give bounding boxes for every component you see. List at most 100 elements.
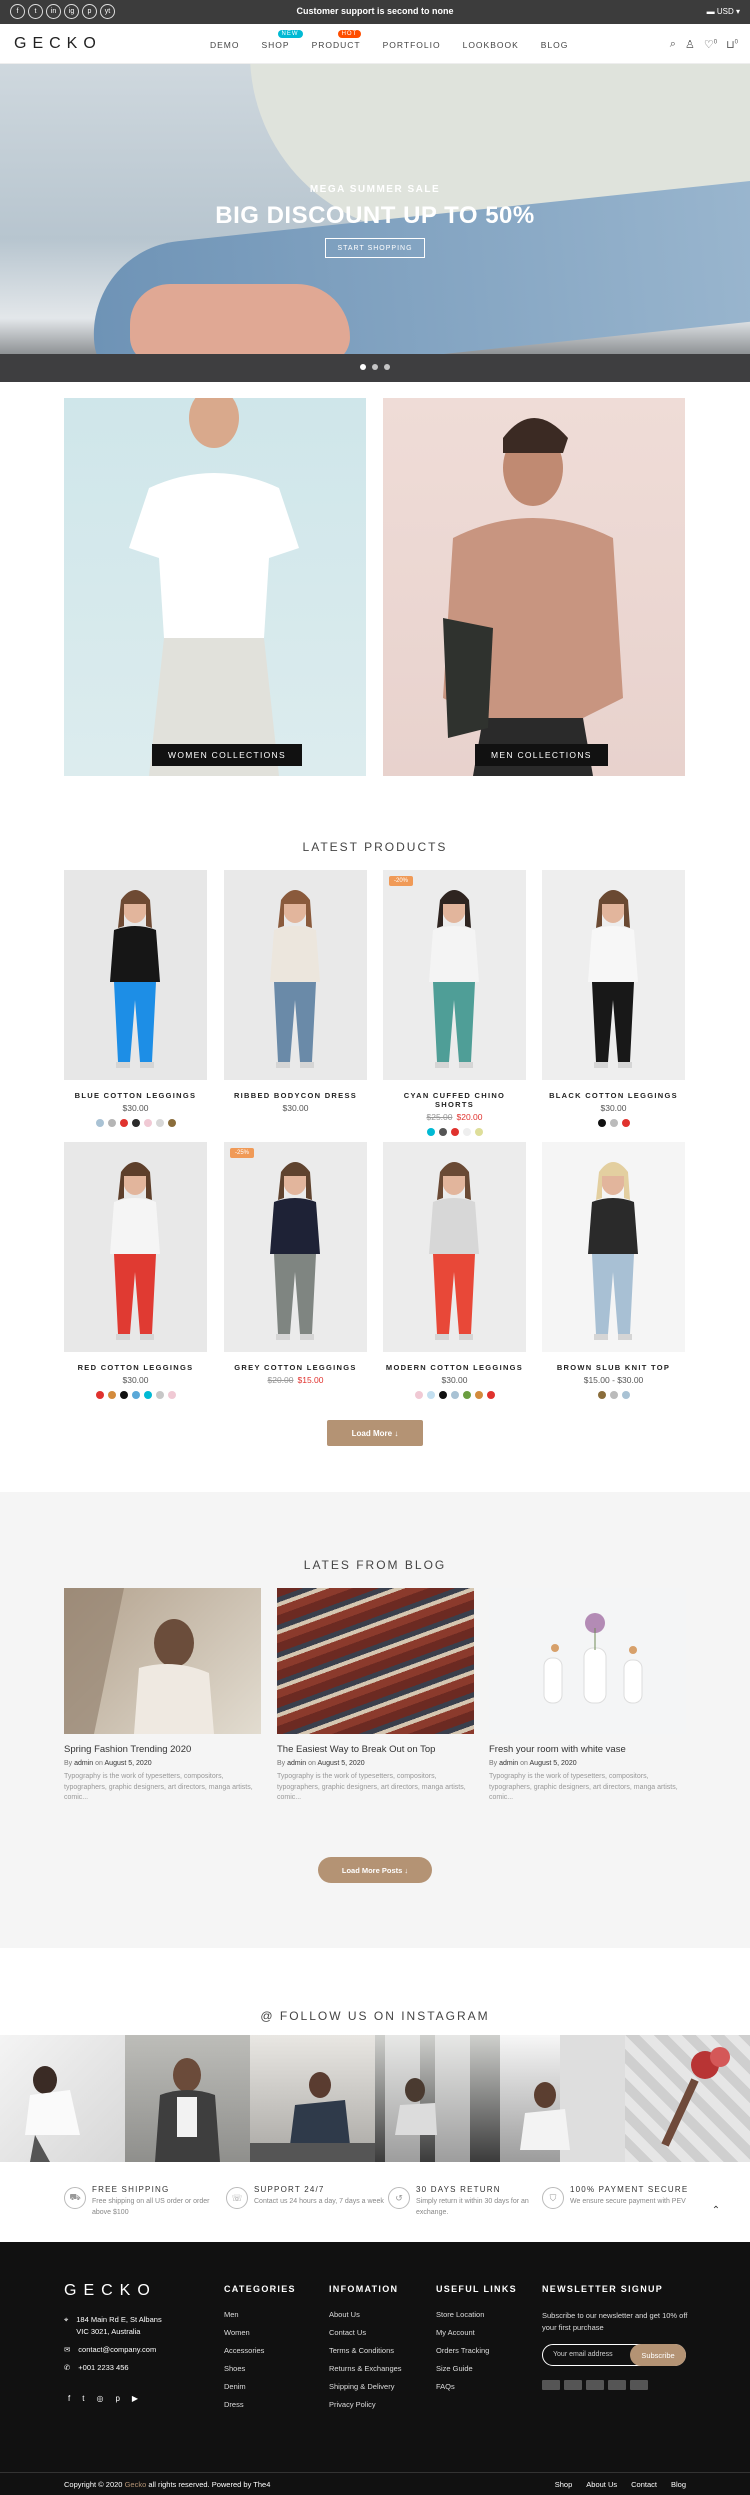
- color-swatch[interactable]: [167, 1391, 176, 1399]
- start-shopping-button[interactable]: START SHOPPING: [325, 238, 425, 258]
- color-swatch[interactable]: [95, 1119, 104, 1127]
- color-swatch[interactable]: [95, 1391, 104, 1399]
- footer-link[interactable]: Privacy Policy: [329, 2400, 402, 2409]
- slider-dot[interactable]: [384, 364, 390, 370]
- load-more-posts-button[interactable]: Load More Posts ↓: [318, 1857, 432, 1883]
- footer-link[interactable]: My Account: [436, 2328, 517, 2337]
- men-collections-button[interactable]: MEN COLLECTIONS: [475, 744, 608, 766]
- product-name[interactable]: GREY COTTON LEGGINGS: [224, 1363, 367, 1372]
- bottom-link[interactable]: Shop: [555, 2480, 573, 2489]
- footer-link[interactable]: FAQs: [436, 2382, 517, 2391]
- youtube-icon[interactable]: ▶: [132, 2394, 138, 2403]
- product-name[interactable]: BLUE COTTON LEGGINGS: [64, 1091, 207, 1100]
- instagram-photo[interactable]: [500, 2035, 625, 2162]
- color-swatch[interactable]: [486, 1391, 495, 1399]
- color-swatch[interactable]: [426, 1128, 435, 1136]
- color-swatch[interactable]: [621, 1119, 630, 1127]
- product-card[interactable]: RIBBED BODYCON DRESS $30.00: [224, 870, 367, 1113]
- logo[interactable]: GECKO: [14, 35, 102, 53]
- bottom-link[interactable]: About Us: [586, 2480, 617, 2489]
- product-name[interactable]: BLACK COTTON LEGGINGS: [542, 1091, 685, 1100]
- footer-link[interactable]: Store Location: [436, 2310, 517, 2319]
- color-swatch[interactable]: [119, 1391, 128, 1399]
- search-icon[interactable]: ⌕: [670, 38, 676, 51]
- product-card[interactable]: -20% CYAN CUFFED CHINO SHORTS $25.00 $20.00: [383, 870, 526, 1136]
- bottom-link[interactable]: Blog: [671, 2480, 686, 2489]
- footer-email[interactable]: contact@company.com: [78, 2344, 156, 2356]
- instagram-photo[interactable]: [125, 2035, 250, 2162]
- product-card[interactable]: BLACK COTTON LEGGINGS $30.00: [542, 870, 685, 1127]
- product-name[interactable]: CYAN CUFFED CHINO SHORTS: [383, 1091, 526, 1109]
- nav-demo[interactable]: DEMO: [210, 40, 240, 50]
- product-name[interactable]: RED COTTON LEGGINGS: [64, 1363, 207, 1372]
- facebook-icon[interactable]: f: [68, 2394, 70, 2403]
- product-card[interactable]: RED COTTON LEGGINGS $30.00: [64, 1142, 207, 1399]
- color-swatch[interactable]: [119, 1119, 128, 1127]
- footer-link[interactable]: Terms & Conditions: [329, 2346, 402, 2355]
- color-swatch[interactable]: [107, 1391, 116, 1399]
- blog-post-title[interactable]: The Easiest Way to Break Out on Top: [277, 1744, 474, 1755]
- color-swatch[interactable]: [107, 1119, 116, 1127]
- nav-lookbook[interactable]: LOOKBOOK: [463, 40, 519, 50]
- color-swatch[interactable]: [131, 1119, 140, 1127]
- women-collections-button[interactable]: WOMEN COLLECTIONS: [152, 744, 302, 766]
- color-swatch[interactable]: [438, 1128, 447, 1136]
- twitter-icon[interactable]: t: [82, 2394, 84, 2403]
- product-image[interactable]: -20%: [383, 870, 526, 1080]
- color-swatch[interactable]: [143, 1119, 152, 1127]
- blog-image[interactable]: [64, 1588, 261, 1734]
- account-icon[interactable]: ♙: [685, 38, 695, 51]
- men-collection-banner[interactable]: MEN COLLECTIONS: [383, 398, 685, 776]
- color-swatch[interactable]: [609, 1391, 618, 1399]
- women-collection-banner[interactable]: WOMEN COLLECTIONS: [64, 398, 366, 776]
- footer-link[interactable]: Shipping & Delivery: [329, 2382, 402, 2391]
- color-swatch[interactable]: [450, 1391, 459, 1399]
- footer-link[interactable]: About Us: [329, 2310, 402, 2319]
- subscribe-button[interactable]: Subscribe: [630, 2344, 686, 2366]
- blog-post-title[interactable]: Fresh your room with white vase: [489, 1744, 686, 1755]
- blog-post[interactable]: The Easiest Way to Break Out on Top By a…: [277, 1588, 474, 1804]
- footer-link[interactable]: Contact Us: [329, 2328, 402, 2337]
- footer-link[interactable]: Women: [224, 2328, 296, 2337]
- color-swatch[interactable]: [450, 1128, 459, 1136]
- blog-image[interactable]: [489, 1588, 686, 1734]
- product-image[interactable]: [542, 1142, 685, 1352]
- product-card[interactable]: BLUE COTTON LEGGINGS $30.00: [64, 870, 207, 1127]
- instagram-photo[interactable]: [375, 2035, 500, 2162]
- product-image[interactable]: -25%: [224, 1142, 367, 1352]
- bottom-link[interactable]: Contact: [631, 2480, 657, 2489]
- footer-link[interactable]: Dress: [224, 2400, 296, 2409]
- brand-link[interactable]: Gecko: [125, 2480, 147, 2489]
- color-swatch[interactable]: [426, 1391, 435, 1399]
- product-name[interactable]: BROWN SLUB KNIT TOP: [542, 1363, 685, 1372]
- slider-dot[interactable]: [372, 364, 378, 370]
- instagram-photo[interactable]: [250, 2035, 375, 2162]
- product-image[interactable]: [64, 870, 207, 1080]
- blog-post[interactable]: Fresh your room with white vase By admin…: [489, 1588, 686, 1804]
- color-swatch[interactable]: [167, 1119, 176, 1127]
- instagram-photo[interactable]: [625, 2035, 750, 2162]
- color-swatch[interactable]: [621, 1391, 630, 1399]
- color-swatch[interactable]: [438, 1391, 447, 1399]
- footer-link[interactable]: Orders Tracking: [436, 2346, 517, 2355]
- footer-link[interactable]: Size Guide: [436, 2364, 517, 2373]
- cart-icon[interactable]: ⊔0: [726, 38, 738, 51]
- currency-selector[interactable]: ▬ USD ▾: [707, 7, 740, 16]
- footer-logo[interactable]: GECKO: [64, 2282, 157, 2300]
- color-swatch[interactable]: [155, 1391, 164, 1399]
- back-to-top-button[interactable]: ⌃: [704, 2198, 728, 2222]
- product-card[interactable]: BROWN SLUB KNIT TOP $15.00 - $30.00: [542, 1142, 685, 1399]
- blog-image[interactable]: [277, 1588, 474, 1734]
- nav-shop[interactable]: SHOP NEW: [262, 30, 303, 50]
- instagram-icon[interactable]: ◎: [96, 2394, 103, 2403]
- blog-post[interactable]: Spring Fashion Trending 2020 By admin on…: [64, 1588, 261, 1804]
- product-name[interactable]: MODERN COTTON LEGGINGS: [383, 1363, 526, 1372]
- nav-portfolio[interactable]: PORTFOLIO: [383, 40, 441, 50]
- product-image[interactable]: [542, 870, 685, 1080]
- slider-dot[interactable]: [360, 364, 366, 370]
- product-image[interactable]: [383, 1142, 526, 1352]
- product-card[interactable]: -25% GREY COTTON LEGGINGS $20.00 $15.00: [224, 1142, 367, 1385]
- load-more-button[interactable]: Load More ↓: [327, 1420, 423, 1446]
- color-swatch[interactable]: [143, 1391, 152, 1399]
- color-swatch[interactable]: [474, 1391, 483, 1399]
